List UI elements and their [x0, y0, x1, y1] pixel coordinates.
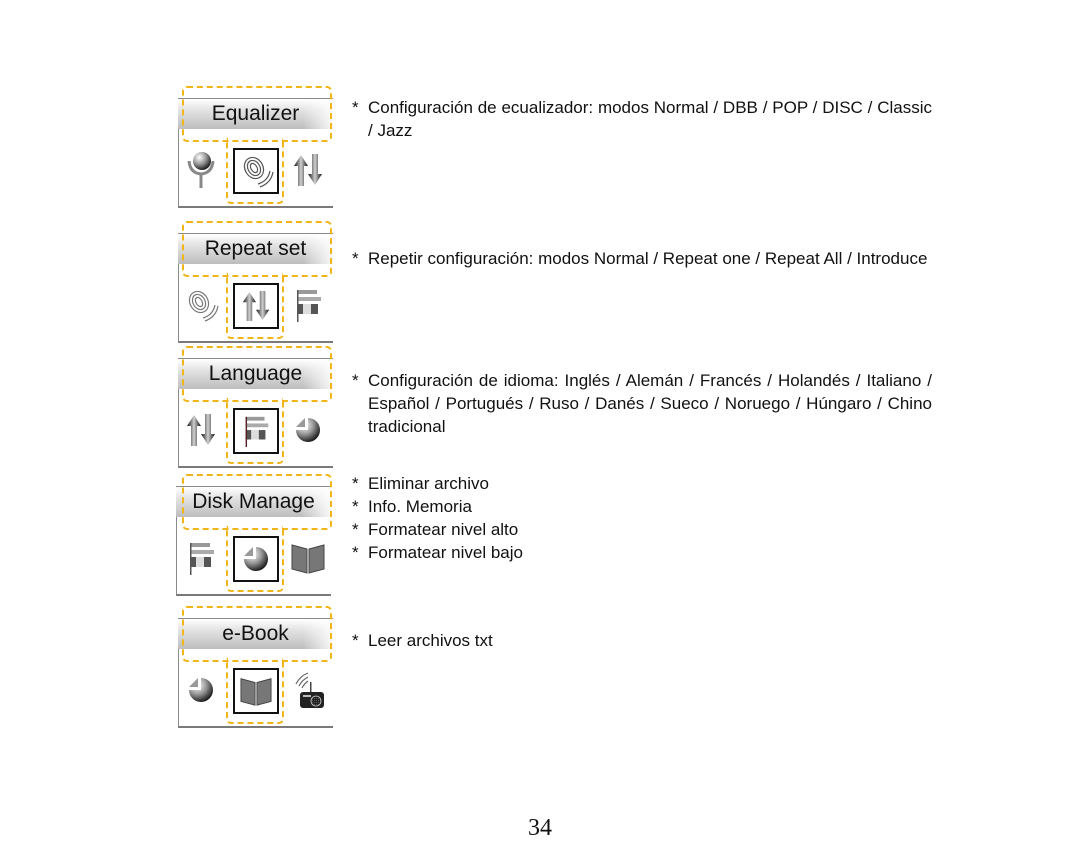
language-description: * Configuración de idioma: Inglés / Alemá… [352, 369, 932, 438]
bullet: * [352, 520, 359, 539]
equalizer-description: * Configuración de ecualizador: modos Nor… [352, 96, 932, 142]
repeat-set-description: * Repetir configuración: modos Normal / R… [352, 247, 932, 270]
menu-panel-language[interactable]: Language [170, 346, 348, 476]
description-text: Repetir configuración: modos Normal / Re… [368, 249, 928, 268]
selection-highlight-icon [226, 138, 284, 204]
language-flag-icon [288, 285, 328, 325]
microphone-icon [182, 150, 220, 190]
description-item: Formatear nivel alto [368, 520, 519, 539]
selection-highlight-icon [226, 658, 284, 724]
bullet: * [352, 249, 359, 268]
repeat-arrows-icon [288, 150, 328, 190]
ebook-icon [288, 538, 328, 578]
bullet: * [352, 474, 359, 493]
selection-highlight-icon [226, 273, 284, 339]
description-text: Configuración de idioma: Inglés / Alemán… [368, 371, 932, 436]
ebook-description: * Leer archivos txt [352, 629, 932, 652]
menu-panel-disk-manage[interactable]: Disk Manage [170, 474, 348, 604]
selection-highlight-title [182, 606, 332, 662]
equalizer-sound-icon [182, 285, 220, 325]
selection-highlight-title [182, 221, 332, 277]
description-text: Leer archivos txt [368, 631, 493, 650]
selection-highlight-icon [226, 526, 284, 592]
selection-highlight-title [182, 86, 332, 142]
language-flag-icon [182, 538, 220, 578]
page-number: 34 [528, 815, 552, 841]
description-item: Info. Memoria [368, 497, 472, 516]
bullet: * [352, 543, 359, 562]
radio-icon [288, 670, 328, 710]
disk-pie-icon [288, 410, 328, 450]
selection-highlight-title [182, 474, 332, 530]
menu-panel-repeat-set[interactable]: Repeat set [170, 221, 348, 351]
bullet: * [352, 631, 359, 650]
bullet: * [352, 497, 359, 516]
repeat-arrows-icon [182, 410, 220, 450]
selection-highlight-icon [226, 398, 284, 464]
menu-panel-ebook[interactable]: e-Book [170, 606, 348, 736]
description-item: Formatear nivel bajo [368, 543, 523, 562]
menu-panel-equalizer[interactable]: Equalizer [170, 86, 348, 216]
bullet: * [352, 98, 359, 117]
disk-manage-description: * Eliminar archivo * Info. Memoria * Format… [352, 472, 932, 564]
disk-pie-icon [182, 670, 220, 710]
description-text: Configuración de ecualizador: modos Norm… [368, 98, 932, 140]
selection-highlight-title [182, 346, 332, 402]
description-item: Eliminar archivo [368, 474, 489, 493]
bullet: * [352, 371, 359, 390]
